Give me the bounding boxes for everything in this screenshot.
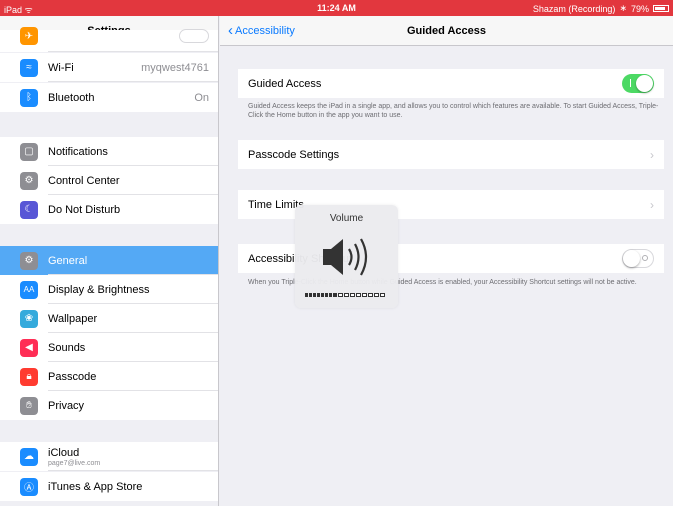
sidebar-item-label: Sounds bbox=[48, 341, 86, 354]
volume-tick bbox=[329, 293, 333, 297]
wifi-network-value: myqwest4761 bbox=[141, 61, 209, 74]
sidebar-item-label: General bbox=[48, 254, 88, 267]
bluetooth-value: On bbox=[194, 91, 209, 104]
guided-access-toggle[interactable] bbox=[622, 74, 654, 93]
notifications-icon: ▢ bbox=[20, 142, 38, 161]
cloud-icon: ☁ bbox=[20, 447, 38, 466]
sidebar-item-label: Do Not Disturb bbox=[48, 203, 121, 216]
volume-tick bbox=[337, 293, 343, 297]
moon-icon: ☾ bbox=[20, 200, 38, 219]
volume-tick bbox=[305, 293, 309, 297]
sidebar-item-label: Privacy bbox=[48, 399, 85, 412]
display-icon: AA bbox=[20, 280, 38, 299]
volume-tick bbox=[355, 293, 361, 297]
guided-access-description: Guided Access keeps the iPad in a single… bbox=[248, 103, 659, 119]
sidebar-item-label: iTunes & App Store bbox=[48, 480, 143, 493]
sidebar-item-icloud[interactable]: ☁ iCloud page7@live.com bbox=[0, 442, 218, 471]
speaker-icon: ◀ bbox=[20, 338, 38, 357]
sidebar-item-label: iCloud bbox=[48, 446, 80, 459]
sidebar-item-label: Passcode bbox=[48, 370, 97, 383]
detail-pane: ‹ Accessibility Guided Access Guided Acc… bbox=[220, 16, 673, 506]
wifi-icon: ≈ bbox=[20, 58, 38, 77]
sidebar-item-control-center[interactable]: ⚙ Control Center bbox=[0, 166, 218, 195]
wallpaper-icon: ❀ bbox=[20, 309, 38, 328]
volume-tick bbox=[343, 293, 349, 297]
gear-icon: ⚙ bbox=[20, 251, 38, 270]
sidebar-item-passcode[interactable]: 🔒︎ Passcode bbox=[0, 362, 218, 391]
volume-hud-title: Volume bbox=[329, 213, 364, 224]
bluetooth-icon: ᛒ bbox=[20, 88, 38, 107]
battery-percent: 79% bbox=[630, 3, 649, 14]
chevron-right-icon: › bbox=[650, 147, 654, 162]
sidebar-item-wallpaper[interactable]: ❀ Wallpaper bbox=[0, 304, 218, 333]
settings-sidebar: Settings ✈ ≈ Wi-Fi myqwest4761 ᛒ Bluetoo… bbox=[0, 16, 219, 506]
sidebar-item-label: Wallpaper bbox=[48, 312, 98, 325]
sidebar-item-bluetooth[interactable]: ᛒ Bluetooth On bbox=[0, 83, 218, 112]
hand-icon: ✋︎ bbox=[20, 396, 38, 415]
volume-tick bbox=[309, 293, 313, 297]
speaker-volume-icon bbox=[323, 238, 368, 276]
sidebar-item-sounds[interactable]: ◀ Sounds bbox=[0, 333, 218, 362]
sidebar-item-label: Control Center bbox=[48, 174, 120, 187]
chevron-right-icon: › bbox=[650, 197, 654, 212]
guided-access-row: Guided Access bbox=[238, 69, 664, 98]
volume-tick bbox=[367, 293, 373, 297]
battery-icon bbox=[653, 5, 669, 12]
lock-icon: 🔒︎ bbox=[20, 367, 38, 386]
airplane-mode-toggle[interactable] bbox=[179, 29, 209, 43]
sidebar-item-label: Wi-Fi bbox=[48, 61, 74, 74]
guided-access-label: Guided Access bbox=[248, 77, 322, 90]
volume-tick bbox=[361, 293, 367, 297]
detail-nav-bar: ‹ Accessibility Guided Access bbox=[220, 16, 673, 46]
volume-tick bbox=[313, 293, 317, 297]
volume-tick bbox=[317, 293, 321, 297]
volume-tick bbox=[321, 293, 325, 297]
volume-hud: Volume bbox=[295, 205, 398, 308]
volume-tick bbox=[325, 293, 329, 297]
sidebar-item-general[interactable]: ⚙ General bbox=[0, 246, 218, 275]
sidebar-item-itunes-app-store[interactable]: Ⓐ iTunes & App Store bbox=[0, 472, 218, 501]
sidebar-item-label: Notifications bbox=[48, 145, 108, 158]
icloud-account: page7@live.com bbox=[48, 459, 101, 467]
sidebar-item-privacy[interactable]: ✋︎ Privacy bbox=[0, 391, 218, 420]
bluetooth-status-icon: ∗ bbox=[619, 3, 627, 13]
volume-tick bbox=[333, 293, 337, 297]
app-store-icon: Ⓐ bbox=[20, 477, 38, 496]
sidebar-item-airplane-mode[interactable]: ✈ bbox=[0, 27, 218, 52]
page-title: Guided Access bbox=[406, 25, 487, 37]
control-center-icon: ⚙ bbox=[20, 171, 38, 190]
passcode-settings-label: Passcode Settings bbox=[248, 148, 340, 161]
airplane-icon: ✈ bbox=[20, 27, 38, 45]
sidebar-item-label: Bluetooth bbox=[48, 91, 95, 104]
accessibility-shortcut-toggle[interactable] bbox=[622, 249, 654, 268]
volume-level-bar bbox=[305, 293, 385, 297]
volume-tick bbox=[349, 293, 355, 297]
sidebar-item-wifi[interactable]: ≈ Wi-Fi myqwest4761 bbox=[0, 53, 218, 82]
volume-tick bbox=[373, 293, 379, 297]
recording-status: Shazam (Recording) bbox=[532, 3, 616, 14]
sidebar-item-notifications[interactable]: ▢ Notifications bbox=[0, 137, 218, 166]
sidebar-item-do-not-disturb[interactable]: ☾ Do Not Disturb bbox=[0, 195, 218, 224]
status-bar: iPad ᯤ 11:24 AM Shazam (Recording) ∗ 79% bbox=[0, 0, 673, 16]
volume-tick bbox=[379, 293, 385, 297]
passcode-settings-row[interactable]: Passcode Settings › bbox=[238, 140, 664, 169]
sidebar-item-display-brightness[interactable]: AA Display & Brightness bbox=[0, 275, 218, 304]
sidebar-item-label: Display & Brightness bbox=[48, 283, 150, 296]
